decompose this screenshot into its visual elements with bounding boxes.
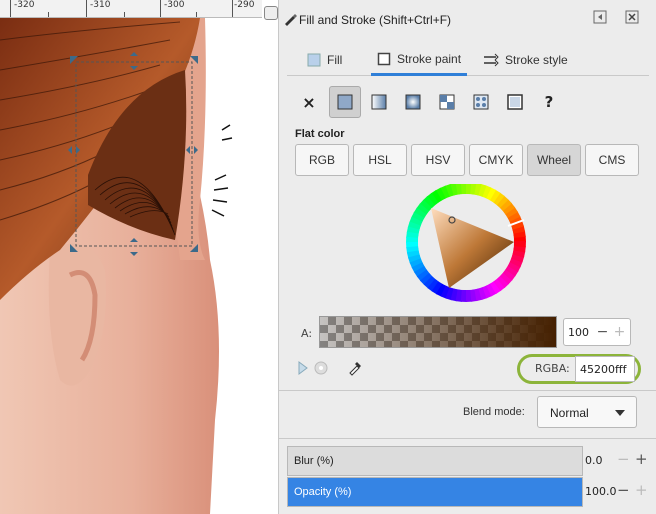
pattern-icon	[473, 94, 489, 110]
canvas-area[interactable]: -320 -310 -300 -290	[0, 0, 262, 514]
flat-color-button[interactable]	[329, 86, 361, 118]
stroke-paint-icon	[377, 52, 391, 65]
opacity-slider[interactable]: Opacity (%)	[287, 477, 583, 507]
flat-color-label: Flat color	[295, 128, 345, 140]
color-tools-row	[297, 358, 361, 378]
alpha-label: A:	[301, 327, 313, 340]
divider	[279, 438, 656, 439]
alpha-slider[interactable]	[319, 316, 557, 348]
color-management-icons	[298, 361, 328, 375]
mode-cms-button[interactable]: CMS	[585, 144, 639, 176]
ruler-tick: -310	[90, 0, 111, 10]
panel-title: Fill and Stroke (Shift+Ctrl+F)	[299, 13, 452, 27]
radial-gradient-button[interactable]	[397, 86, 429, 118]
panel-titlebar: Fill and Stroke (Shift+Ctrl+F)	[279, 0, 656, 36]
swatch-icon	[507, 94, 523, 110]
mesh-gradient-button[interactable]	[431, 86, 463, 118]
opacity-increment-button[interactable]: +	[635, 481, 648, 499]
tab-fill[interactable]: Fill	[307, 44, 342, 76]
tab-stroke-style[interactable]: Stroke style	[483, 44, 568, 76]
stroke-style-icon	[484, 53, 499, 67]
ruler-tick: -320	[14, 0, 35, 10]
alpha-decrement-button[interactable]: −	[594, 324, 611, 340]
radial-gradient-icon	[405, 94, 421, 110]
blend-mode-label: Blend mode:	[463, 406, 525, 418]
opacity-row: Opacity (%) 100.0 − +	[287, 477, 653, 507]
mode-hsl-button[interactable]: HSL	[353, 144, 407, 176]
alpha-increment-button[interactable]: +	[611, 324, 628, 340]
blur-increment-button[interactable]: +	[635, 450, 648, 468]
linear-gradient-button[interactable]	[363, 86, 395, 118]
blend-mode-select[interactable]: Normal	[537, 396, 637, 428]
mode-rgb-button[interactable]: RGB	[295, 144, 349, 176]
tab-fill-label: Fill	[327, 53, 343, 67]
artwork-illustration[interactable]	[0, 18, 262, 514]
pattern-button[interactable]	[465, 86, 497, 118]
opacity-label: Opacity (%)	[294, 486, 352, 498]
blur-value[interactable]: 0.0	[585, 454, 603, 467]
flat-color-icon	[337, 94, 353, 110]
rgba-label: RGBA:	[535, 362, 570, 375]
blur-row: Blur (%) 0.0 − +	[287, 446, 653, 476]
horizontal-ruler: -320 -310 -300 -290	[0, 0, 262, 18]
blur-slider[interactable]: Blur (%)	[287, 446, 583, 476]
eyedropper-icon[interactable]	[347, 358, 363, 376]
ruler-tick: -300	[164, 0, 185, 10]
mode-hsv-button[interactable]: HSV	[411, 144, 465, 176]
color-wheel[interactable]	[399, 184, 533, 304]
fill-icon	[307, 53, 321, 67]
unset-icon: ?	[544, 93, 554, 111]
no-paint-icon: ×	[302, 92, 316, 112]
collapse-icon[interactable]	[593, 10, 607, 24]
mode-wheel-button[interactable]: Wheel	[527, 144, 581, 176]
linear-gradient-icon	[371, 94, 387, 110]
brush-icon	[285, 14, 297, 26]
divider	[279, 390, 656, 391]
opacity-decrement-button[interactable]: −	[617, 481, 630, 499]
blur-label: Blur (%)	[294, 455, 334, 467]
ruler-corner-button[interactable]	[264, 6, 278, 20]
swatch-button[interactable]	[499, 86, 531, 118]
mesh-gradient-icon	[439, 94, 455, 110]
tab-bar: Fill Stroke paint Stroke style	[287, 44, 649, 76]
rgba-input[interactable]: 45200fff	[575, 356, 635, 382]
ruler-tick: -290	[234, 0, 255, 10]
fill-and-stroke-panel: Fill and Stroke (Shift+Ctrl+F) Fill Stro…	[278, 0, 656, 514]
tab-stroke-paint[interactable]: Stroke paint	[371, 44, 468, 76]
tab-stroke-paint-label: Stroke paint	[397, 51, 462, 66]
blend-mode-value: Normal	[550, 406, 589, 420]
opacity-value[interactable]: 100.0	[585, 485, 617, 498]
blur-decrement-button[interactable]: −	[617, 450, 630, 468]
alpha-spinbox[interactable]: 100 − +	[563, 318, 631, 346]
hue-segment	[513, 240, 526, 248]
no-paint-button[interactable]: ×	[293, 86, 325, 118]
close-icon[interactable]	[625, 10, 639, 24]
tab-stroke-style-label: Stroke style	[505, 53, 568, 67]
unset-paint-button[interactable]: ?	[533, 86, 565, 118]
alpha-value[interactable]: 100	[564, 326, 594, 339]
mode-cmyk-button[interactable]: CMYK	[469, 144, 523, 176]
chevron-down-icon	[615, 410, 625, 416]
